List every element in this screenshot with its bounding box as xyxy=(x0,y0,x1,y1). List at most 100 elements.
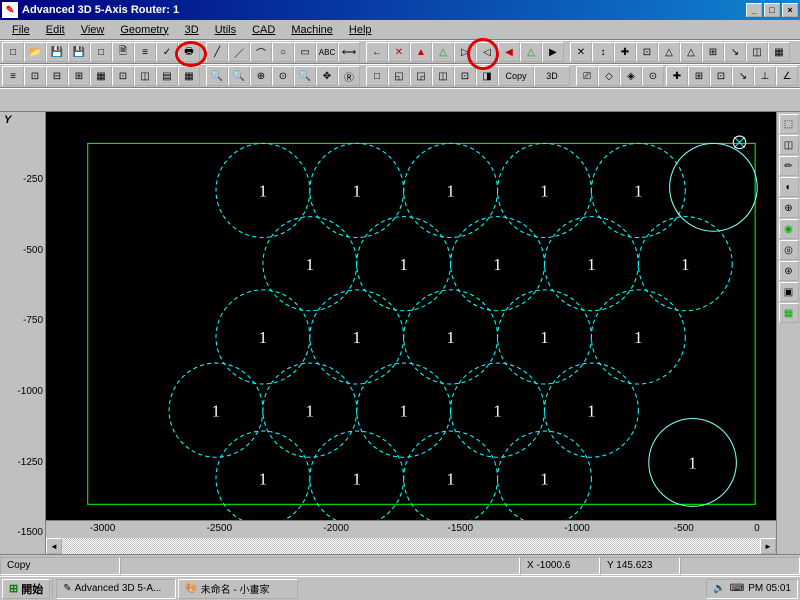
maximize-button[interactable]: □ xyxy=(764,3,780,17)
tb-del[interactable]: ✕ xyxy=(388,42,410,62)
rt-7[interactable]: ◎ xyxy=(779,240,799,260)
tb-text[interactable]: ABC xyxy=(316,42,338,62)
menu-file[interactable]: File xyxy=(4,22,38,38)
tb2-i[interactable]: ▦ xyxy=(178,66,200,86)
tb-o3[interactable]: ◈ xyxy=(620,66,642,86)
tb-pan[interactable]: ✥ xyxy=(316,66,338,86)
tb2-c[interactable]: ⊟ xyxy=(46,66,68,86)
tb2-a[interactable]: ≡ xyxy=(2,66,24,86)
tb-play[interactable]: ▷ xyxy=(454,42,476,62)
rt-1[interactable]: ⬚ xyxy=(779,114,799,134)
tb-grid1[interactable]: ⊞ xyxy=(688,66,710,86)
tb-check[interactable]: ✓ xyxy=(156,42,178,62)
tb2-g[interactable]: ◫ xyxy=(134,66,156,86)
tb-up1[interactable]: ▲ xyxy=(410,42,432,62)
tb-v1[interactable]: □ xyxy=(366,66,388,86)
tb-saveas[interactable]: 💾 xyxy=(68,42,90,62)
tb-circle[interactable]: ○ xyxy=(272,42,294,62)
tb-3d[interactable]: 3D xyxy=(534,66,570,86)
menu-cad[interactable]: CAD xyxy=(244,22,283,38)
tb-o4[interactable]: ⊙ xyxy=(642,66,664,86)
tb-o2[interactable]: ◇ xyxy=(598,66,620,86)
start-button[interactable]: ⊞ 開始 xyxy=(2,579,50,599)
tb2-d[interactable]: ⊞ xyxy=(68,66,90,86)
tb-dim[interactable]: ⟷ xyxy=(338,42,360,62)
tb2-e[interactable]: ▦ xyxy=(90,66,112,86)
close-button[interactable]: × xyxy=(782,3,798,17)
tb-zoomin[interactable]: 🔍 xyxy=(206,66,228,86)
tb-snap[interactable]: ↘ xyxy=(732,66,754,86)
tb-m10[interactable]: ▦ xyxy=(768,42,790,62)
menu-geometry[interactable]: Geometry xyxy=(112,22,176,38)
tb-up3[interactable]: △ xyxy=(520,42,542,62)
minimize-button[interactable]: _ xyxy=(746,3,762,17)
rt-3[interactable]: ✏ xyxy=(779,156,799,176)
menu-help[interactable]: Help xyxy=(341,22,380,38)
tb-grid2[interactable]: ⊡ xyxy=(710,66,732,86)
tb-copy[interactable]: Copy xyxy=(498,66,534,86)
tb-doc[interactable]: 🗎 xyxy=(112,42,134,62)
tb-ax[interactable]: ⊥ xyxy=(754,66,776,86)
tb-m4[interactable]: ⊡ xyxy=(636,42,658,62)
tb-prev[interactable]: ◁ xyxy=(476,42,498,62)
scroll-right-button[interactable]: ► xyxy=(760,538,776,554)
tb-r[interactable]: Ⓡ xyxy=(338,66,360,86)
tb-v3[interactable]: ◲ xyxy=(410,66,432,86)
tb-v4[interactable]: ◫ xyxy=(432,66,454,86)
tb-close[interactable]: □ xyxy=(90,42,112,62)
tray-icon2[interactable]: ⌨ xyxy=(730,583,744,594)
tb-v5[interactable]: ⊡ xyxy=(454,66,476,86)
tb-m8[interactable]: ↘ xyxy=(724,42,746,62)
task-app[interactable]: ✎ Advanced 3D 5-A... xyxy=(56,579,176,599)
tb-zooma[interactable]: 🔍 xyxy=(294,66,316,86)
rt-8[interactable]: ⊛ xyxy=(779,261,799,281)
canvas[interactable]: 1 1 1 1 1 1 1 1 1 1 1 1 1 1 1 1 1 xyxy=(46,112,776,520)
tb-next[interactable]: ▶ xyxy=(542,42,564,62)
tb-m3[interactable]: ✚ xyxy=(614,42,636,62)
tb-print[interactable]: 🖶 xyxy=(178,42,200,62)
tb-v2[interactable]: ◱ xyxy=(388,66,410,86)
tb-o1[interactable]: ⎚ xyxy=(576,66,598,86)
rt-4[interactable]: ◐ xyxy=(779,177,799,197)
rt-6[interactable]: ◉ xyxy=(779,219,799,239)
system-tray[interactable]: 🔊 ⌨ PM 05:01 xyxy=(706,579,798,599)
rt-2[interactable]: ◫ xyxy=(779,135,799,155)
tb-v6[interactable]: ◨ xyxy=(476,66,498,86)
tb-zoomout[interactable]: 🔍 xyxy=(228,66,250,86)
tb-list[interactable]: ≡ xyxy=(134,42,156,62)
tb-line[interactable]: ／ xyxy=(228,42,250,62)
tb-m7[interactable]: ⊞ xyxy=(702,42,724,62)
tb-zoomw[interactable]: ⊙ xyxy=(272,66,294,86)
rt-5[interactable]: ⊕ xyxy=(779,198,799,218)
tb-seg[interactable]: ╱ xyxy=(206,42,228,62)
tb2-b[interactable]: ⊡ xyxy=(24,66,46,86)
menu-utils[interactable]: Utils xyxy=(207,22,244,38)
tb-m9[interactable]: ◫ xyxy=(746,42,768,62)
tb-back[interactable]: ← xyxy=(366,42,388,62)
tb-ang[interactable]: ∠ xyxy=(776,66,798,86)
menu-machine[interactable]: Machine xyxy=(283,22,341,38)
scroll-left-button[interactable]: ◄ xyxy=(46,538,62,554)
tb2-h[interactable]: ▤ xyxy=(156,66,178,86)
tb-prevr[interactable]: ◀ xyxy=(498,42,520,62)
menu-3d[interactable]: 3D xyxy=(177,22,207,38)
tray-icon[interactable]: 🔊 xyxy=(713,583,725,594)
tb-m5[interactable]: △ xyxy=(658,42,680,62)
tb-m6[interactable]: △ xyxy=(680,42,702,62)
tb-open[interactable]: 📂 xyxy=(24,42,46,62)
tb-rect[interactable]: ▭ xyxy=(294,42,316,62)
tb-save[interactable]: 💾 xyxy=(46,42,68,62)
task-paint[interactable]: 🎨 未命名 - 小畫家 xyxy=(178,579,298,599)
scrollbar-h[interactable]: ◄ ► xyxy=(46,538,776,554)
tb-cross[interactable]: ✚ xyxy=(666,66,688,86)
rt-10[interactable]: ▦ xyxy=(779,303,799,323)
tb-up2[interactable]: △ xyxy=(432,42,454,62)
menu-view[interactable]: View xyxy=(73,22,113,38)
tb2-f[interactable]: ⊡ xyxy=(112,66,134,86)
tb-new[interactable]: □ xyxy=(2,42,24,62)
tb-zoomf[interactable]: ⊕ xyxy=(250,66,272,86)
tb-m2[interactable]: ↕ xyxy=(592,42,614,62)
tb-arc[interactable]: ⌒ xyxy=(250,42,272,62)
tb-m1[interactable]: ✕ xyxy=(570,42,592,62)
menu-edit[interactable]: Edit xyxy=(38,22,73,38)
